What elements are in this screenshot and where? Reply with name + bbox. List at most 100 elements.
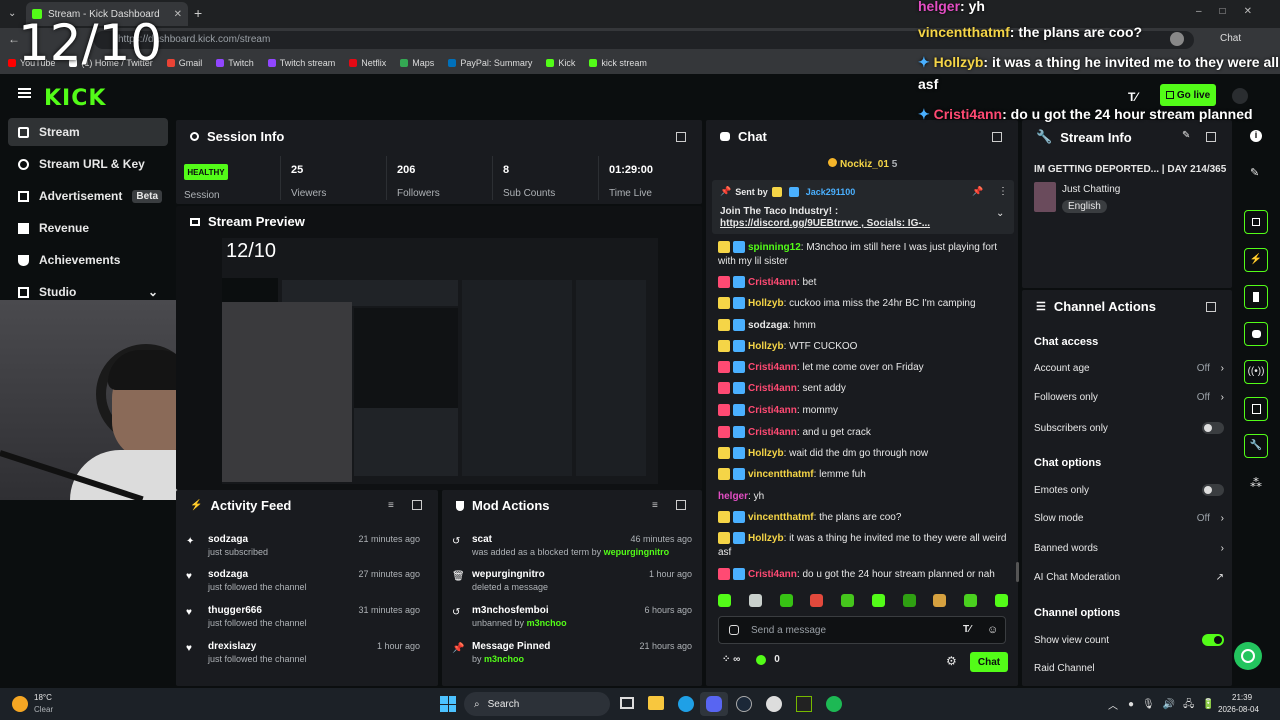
windows-start-icon[interactable] bbox=[440, 696, 456, 712]
emote-icon[interactable] bbox=[779, 594, 793, 607]
clock-date[interactable]: 2026-08-04 bbox=[1218, 705, 1259, 714]
chat-username[interactable]: vincentthatmf bbox=[748, 512, 814, 523]
emote-icon[interactable] bbox=[718, 594, 731, 607]
stream-category[interactable]: Just Chatting bbox=[1062, 184, 1120, 195]
translate-icon[interactable]: T⁄ bbox=[963, 624, 971, 635]
chat-username[interactable]: Hollzyb bbox=[748, 341, 784, 352]
subscribers-only-toggle[interactable] bbox=[1202, 422, 1224, 434]
emote-icon[interactable] bbox=[841, 594, 855, 607]
clock-time[interactable]: 21:39 bbox=[1232, 693, 1252, 702]
account-age-row[interactable]: Account age Off › bbox=[1034, 363, 1224, 374]
nvidia-icon[interactable] bbox=[796, 696, 812, 712]
show-view-count-toggle[interactable] bbox=[1202, 634, 1224, 646]
chat-username[interactable]: helger bbox=[718, 491, 748, 502]
chevron-down-icon[interactable]: ⌄ bbox=[996, 208, 1004, 219]
mod-action-by[interactable]: wepurgingnitro bbox=[604, 547, 670, 557]
bookmark-paypal[interactable]: PayPal: Summary bbox=[448, 58, 532, 68]
stream-preview-video[interactable]: 12/10 bbox=[222, 238, 658, 484]
filter-icon[interactable]: ≡ bbox=[652, 500, 658, 511]
sidebar-item-advertisement[interactable]: Advertisement Beta bbox=[8, 182, 168, 210]
pin-action-icon[interactable]: 📌 bbox=[972, 186, 983, 197]
emote-icon[interactable] bbox=[871, 594, 885, 607]
chat-settings-icon[interactable]: ⚙ bbox=[946, 654, 957, 668]
bookmark-kick[interactable]: Kick bbox=[546, 58, 575, 68]
slow-mode-row[interactable]: Slow mode Off › bbox=[1034, 513, 1224, 524]
popout-icon[interactable] bbox=[676, 500, 686, 510]
bookmark-gmail[interactable]: Gmail bbox=[166, 58, 202, 68]
popout-icon[interactable] bbox=[992, 132, 1002, 142]
chat-username[interactable]: Hollzyb bbox=[748, 298, 784, 309]
kick-logo[interactable]: KICK bbox=[44, 86, 106, 111]
chat-username[interactable]: Cristi4ann bbox=[748, 427, 797, 438]
chat-username[interactable]: Cristi4ann bbox=[748, 405, 797, 416]
go-live-button[interactable]: Go live bbox=[1160, 84, 1216, 106]
sidebar-item-achievements[interactable]: Achievements bbox=[8, 246, 168, 274]
bookmark-kick-stream[interactable]: kick stream bbox=[589, 58, 647, 68]
rail-tools-button[interactable]: 🔧 bbox=[1244, 434, 1268, 458]
edge-icon[interactable] bbox=[678, 696, 694, 712]
bookmark-twitch-stream[interactable]: Twitch stream bbox=[267, 58, 335, 68]
followers-only-row[interactable]: Followers only Off › bbox=[1034, 392, 1224, 403]
steam-icon[interactable] bbox=[736, 696, 752, 712]
chat-button[interactable]: Chat bbox=[1220, 33, 1241, 44]
chat-username[interactable]: Cristi4ann bbox=[748, 277, 797, 288]
popout-icon[interactable] bbox=[412, 500, 422, 510]
popout-icon[interactable] bbox=[676, 132, 686, 142]
chat-send-button[interactable]: Chat bbox=[970, 652, 1008, 672]
chat-username[interactable]: Cristi4ann bbox=[748, 569, 797, 580]
sidebar-item-stream[interactable]: Stream bbox=[8, 118, 168, 146]
info-icon[interactable]: i bbox=[1250, 130, 1262, 142]
chat-username[interactable]: Cristi4ann bbox=[748, 383, 797, 394]
rail-camera-button[interactable] bbox=[1244, 210, 1268, 234]
more-options-icon[interactable]: ⋮ bbox=[998, 186, 1008, 197]
bookmark-maps[interactable]: Maps bbox=[400, 58, 434, 68]
edit-icon[interactable]: ✎ bbox=[1182, 130, 1190, 141]
pinned-user[interactable]: Jack291100 bbox=[806, 187, 856, 197]
emotes-only-toggle[interactable] bbox=[1202, 484, 1224, 496]
edit-icon[interactable]: ✎ bbox=[1250, 166, 1259, 179]
sidebar-item-revenue[interactable]: Revenue bbox=[8, 214, 168, 242]
rail-broadcast-button[interactable]: ((•)) bbox=[1244, 360, 1268, 384]
popout-icon[interactable] bbox=[1206, 302, 1216, 312]
top-gifter-name[interactable]: Nockiz_01 bbox=[840, 159, 889, 170]
connections-icon[interactable]: ⁂ bbox=[1250, 476, 1262, 490]
emote-icon[interactable] bbox=[994, 594, 1008, 607]
chat-username[interactable]: Cristi4ann bbox=[748, 362, 797, 373]
profile-avatar[interactable] bbox=[1170, 32, 1184, 46]
rail-layout-button[interactable] bbox=[1244, 397, 1268, 421]
task-view-icon[interactable] bbox=[620, 697, 634, 709]
chat-input[interactable]: Send a message T⁄ ☺ bbox=[718, 616, 1006, 644]
emoji-icon[interactable]: ☺ bbox=[987, 624, 998, 636]
chat-username[interactable]: Hollzyb bbox=[748, 448, 784, 459]
pinned-text-2[interactable]: https://discord.gg/9UEBtrrwc , Socials: … bbox=[720, 218, 930, 229]
emote-icon[interactable] bbox=[810, 594, 824, 607]
hamburger-menu-icon[interactable] bbox=[18, 88, 31, 98]
mod-action-by[interactable]: m3nchoo bbox=[527, 618, 567, 628]
close-tab-icon[interactable]: ✕ bbox=[174, 9, 182, 20]
spotify-icon[interactable] bbox=[826, 696, 842, 712]
rail-chat-button[interactable] bbox=[1244, 322, 1268, 346]
user-avatar[interactable] bbox=[1232, 88, 1248, 104]
taskbar-search[interactable]: ⌕ Search bbox=[464, 692, 610, 716]
new-tab-icon[interactable]: + bbox=[194, 5, 202, 21]
file-explorer-icon[interactable] bbox=[648, 696, 664, 710]
raid-channel-row[interactable]: Raid Channel bbox=[1034, 663, 1224, 674]
banned-words-row[interactable]: Banned words › bbox=[1034, 543, 1224, 554]
chat-username[interactable]: sodzaga bbox=[748, 320, 788, 331]
chat-username[interactable]: vincentthatmf bbox=[748, 469, 814, 480]
emoji-picker-icon[interactable] bbox=[729, 625, 739, 635]
translate-icon[interactable]: T⁄ bbox=[1128, 90, 1137, 104]
github-icon[interactable] bbox=[766, 696, 782, 712]
chat-scrollbar[interactable] bbox=[1016, 562, 1019, 582]
chat-username[interactable]: spinning12 bbox=[748, 242, 801, 253]
users-icon[interactable]: ⁘ ∞ bbox=[722, 654, 740, 665]
filter-icon[interactable]: ≡ bbox=[388, 500, 394, 511]
emote-icon[interactable] bbox=[748, 594, 762, 607]
rail-lightning-button[interactable]: ⚡ bbox=[1244, 248, 1268, 272]
bookmark-twitch[interactable]: Twitch bbox=[216, 58, 254, 68]
support-fab[interactable] bbox=[1234, 642, 1262, 670]
discord-icon[interactable] bbox=[700, 692, 728, 716]
chat-username[interactable]: Hollzyb bbox=[748, 533, 784, 544]
sidebar-item-stream-url-key[interactable]: Stream URL & Key bbox=[8, 150, 168, 178]
emote-icon[interactable] bbox=[902, 594, 916, 607]
